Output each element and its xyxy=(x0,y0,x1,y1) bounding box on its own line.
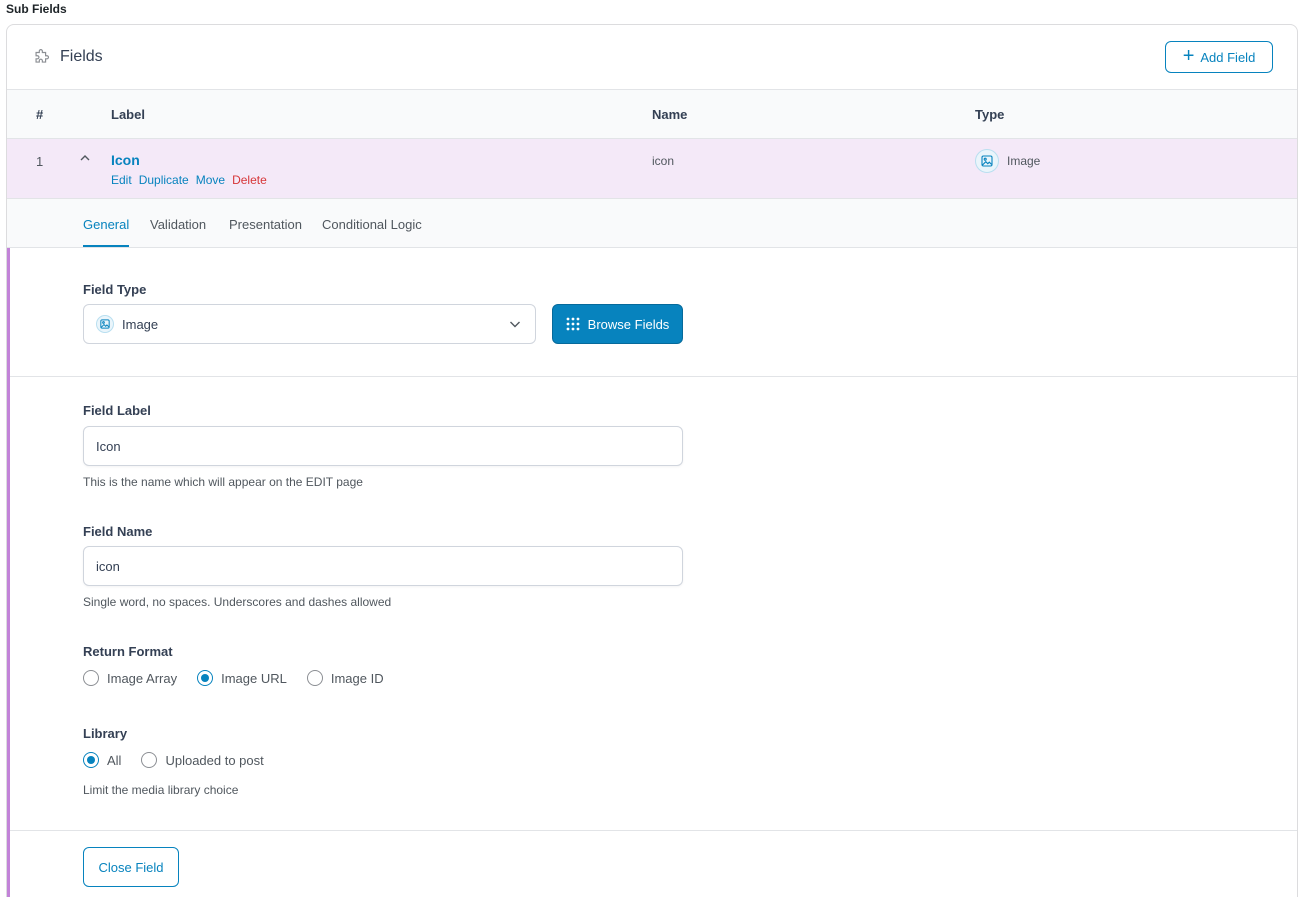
panel-header: Fields + Add Field xyxy=(7,25,1297,90)
tab-validation[interactable]: Validation xyxy=(150,217,206,232)
tab-general[interactable]: General xyxy=(83,217,130,247)
radio-circle[interactable] xyxy=(83,670,99,686)
chevron-up-icon[interactable] xyxy=(80,153,90,163)
radio-label: All xyxy=(107,752,122,768)
field-name-hint: Single word, no spaces. Underscores and … xyxy=(83,595,392,609)
close-field-button[interactable]: Close Field xyxy=(83,847,179,887)
field-type-cell: Image xyxy=(975,149,1040,173)
col-number-header: # xyxy=(36,107,44,122)
library-hint: Limit the media library choice xyxy=(83,783,239,797)
browse-fields-label: Browse Fields xyxy=(587,316,670,332)
library-heading: Library xyxy=(83,726,128,741)
library-radio-group: All Uploaded to post xyxy=(83,752,284,768)
section-divider xyxy=(10,830,1297,831)
col-type-header: Type xyxy=(975,107,1005,122)
fields-panel: Fields + Add Field # Label Name Type 1 I… xyxy=(6,24,1298,897)
radio-circle-selected[interactable] xyxy=(197,670,214,686)
radio-image-id[interactable]: Image ID xyxy=(306,670,384,686)
add-field-button[interactable]: + Add Field xyxy=(1165,41,1273,73)
radio-circle[interactable] xyxy=(306,670,323,686)
edit-link[interactable]: Edit xyxy=(111,173,132,187)
field-name-heading: Field Name xyxy=(83,524,153,539)
field-type-select-value: Image xyxy=(122,316,159,332)
chevron-down-icon xyxy=(510,321,520,328)
open-field-indicator xyxy=(7,200,10,897)
field-label-link[interactable]: Icon xyxy=(111,152,140,168)
field-type-value: Image xyxy=(1007,154,1041,168)
radio-all[interactable]: All xyxy=(83,752,121,768)
radio-circle[interactable] xyxy=(141,752,158,768)
return-format-radio-group: Image Array Image URL Image ID xyxy=(83,670,404,686)
radio-label: Uploaded to post xyxy=(165,752,264,768)
field-number: 1 xyxy=(36,154,44,169)
section-divider xyxy=(10,376,1297,377)
field-row[interactable]: 1 Icon Edit Duplicate Move Delete icon I… xyxy=(7,139,1297,199)
radio-image-url[interactable]: Image URL xyxy=(197,670,287,686)
settings-tabs: General Validation Presentation Conditio… xyxy=(7,199,1297,248)
grid-icon xyxy=(566,317,580,331)
radio-label: Image URL xyxy=(221,670,287,686)
field-label-heading: Field Label xyxy=(83,403,151,418)
puzzle-icon xyxy=(35,49,49,63)
tab-conditional-logic[interactable]: Conditional Logic xyxy=(322,217,422,232)
radio-image-array[interactable]: Image Array xyxy=(83,670,177,686)
panel-title: Fields xyxy=(60,48,103,65)
image-type-icon xyxy=(96,315,114,333)
radio-uploaded-to-post[interactable]: Uploaded to post xyxy=(141,752,264,768)
field-name-value: icon xyxy=(652,154,675,168)
radio-label: Image ID xyxy=(330,670,384,686)
plus-icon: + xyxy=(1182,45,1195,67)
field-label-input[interactable] xyxy=(83,426,683,466)
delete-link[interactable]: Delete xyxy=(232,173,267,187)
move-link[interactable]: Move xyxy=(196,173,225,187)
duplicate-link[interactable]: Duplicate xyxy=(139,173,189,187)
add-field-label: Add Field xyxy=(1200,49,1256,65)
field-name-input[interactable] xyxy=(83,546,683,586)
field-type-label: Field Type xyxy=(83,282,147,297)
radio-circle-selected[interactable] xyxy=(83,752,99,768)
field-type-select[interactable]: Image xyxy=(83,304,536,344)
col-name-header: Name xyxy=(652,107,688,122)
tab-presentation[interactable]: Presentation xyxy=(229,217,302,232)
fields-table-header: # Label Name Type xyxy=(7,90,1297,139)
field-actions: Edit Duplicate Move Delete xyxy=(111,173,267,187)
sub-fields-heading: Sub Fields xyxy=(6,2,67,16)
browse-fields-button[interactable]: Browse Fields xyxy=(552,304,683,344)
return-format-heading: Return Format xyxy=(83,644,173,659)
image-type-icon xyxy=(975,149,999,173)
radio-label: Image Array xyxy=(107,670,178,686)
field-label-hint: This is the name which will appear on th… xyxy=(83,475,363,489)
col-label-header: Label xyxy=(111,107,145,122)
